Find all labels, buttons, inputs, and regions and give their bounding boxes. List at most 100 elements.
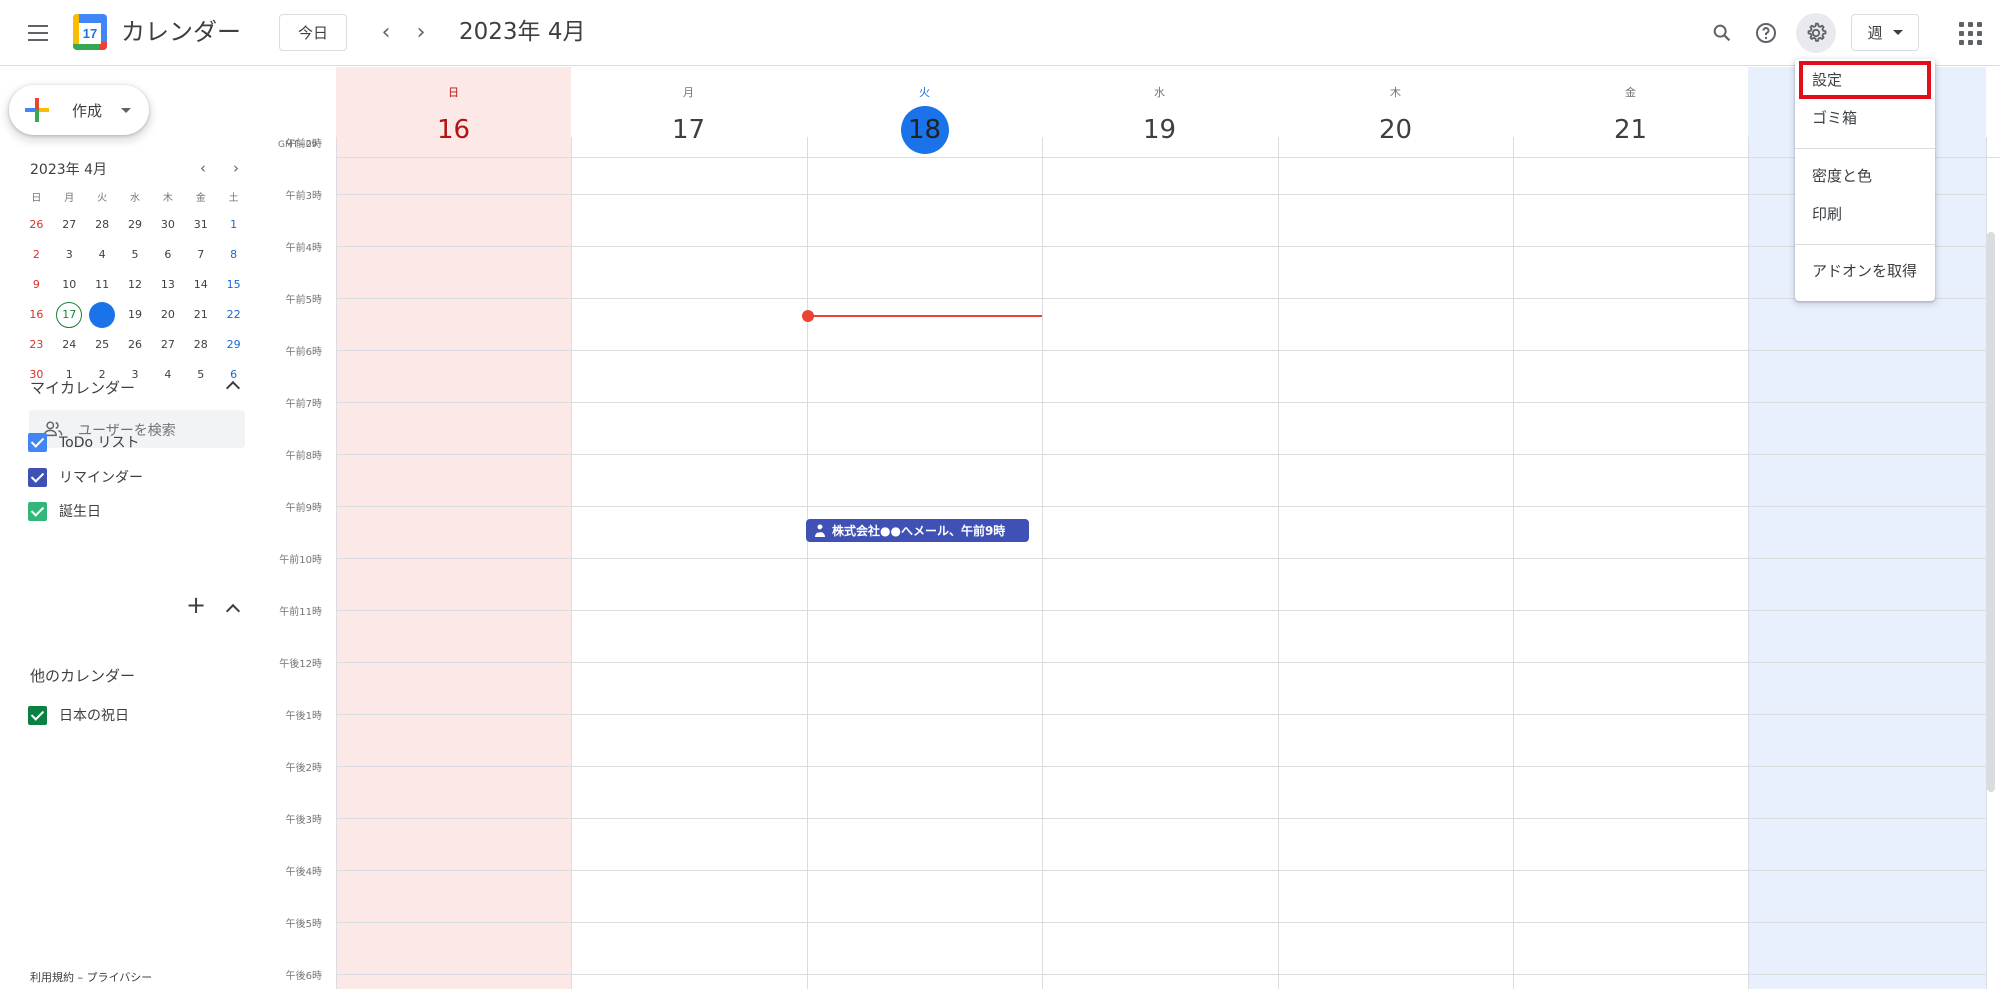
- mini-calendar-day[interactable]: 12: [119, 272, 152, 298]
- hour-gridline: [336, 870, 1986, 871]
- calendar-item-japan-holidays[interactable]: 日本の祝日: [28, 703, 129, 727]
- day-number[interactable]: 20: [1372, 106, 1420, 154]
- mini-calendar-day[interactable]: 19: [119, 302, 152, 328]
- hour-gridline: [336, 194, 1986, 195]
- day-number[interactable]: 18: [900, 106, 949, 154]
- mini-calendar-day[interactable]: 16: [20, 302, 53, 328]
- day-column-divider: [336, 137, 337, 989]
- checkbox-checked-icon[interactable]: [28, 432, 47, 452]
- mini-calendar-day[interactable]: 17: [53, 302, 86, 328]
- day-header[interactable]: 水 19: [1042, 67, 1277, 157]
- search-icon[interactable]: [1702, 13, 1742, 53]
- mini-calendar-day[interactable]: 26: [20, 212, 53, 238]
- caret-down-icon: [1892, 30, 1903, 35]
- mini-calendar-day[interactable]: 9: [20, 272, 53, 298]
- mini-calendar-day[interactable]: 28: [86, 212, 119, 238]
- day-number[interactable]: 21: [1607, 106, 1655, 154]
- sunday-column-highlight: [336, 67, 571, 989]
- mini-calendar-day[interactable]: 1: [217, 212, 250, 238]
- mini-calendar-day[interactable]: 11: [86, 272, 119, 298]
- mini-calendar-day[interactable]: 13: [151, 272, 184, 298]
- day-number[interactable]: 16: [430, 106, 478, 154]
- day-header[interactable]: 木 20: [1278, 67, 1513, 157]
- mini-calendar-day[interactable]: 2: [20, 242, 53, 268]
- calendar-item-birthdays[interactable]: 誕生日: [28, 499, 101, 523]
- event-chip[interactable]: 株式会社●●へメール、午前9時: [806, 519, 1029, 542]
- hour-label: 午前9時: [285, 503, 322, 514]
- mini-calendar-day[interactable]: 30: [151, 212, 184, 238]
- menu-item-density-color[interactable]: 密度と色: [1795, 157, 1935, 195]
- mini-calendar-day[interactable]: 7: [184, 242, 217, 268]
- mini-calendar-day[interactable]: 4: [86, 242, 119, 268]
- checkbox-checked-icon[interactable]: [28, 467, 47, 487]
- mini-calendar-day[interactable]: 6: [151, 242, 184, 268]
- mini-calendar-day[interactable]: 22: [217, 302, 250, 328]
- view-switcher-dropdown[interactable]: 週: [1851, 14, 1919, 51]
- mini-calendar-day[interactable]: 21: [184, 302, 217, 328]
- apps-grid-icon[interactable]: [1956, 19, 1984, 47]
- previous-week-button[interactable]: ‹: [370, 16, 402, 48]
- day-header[interactable]: 日 16: [336, 67, 571, 157]
- day-header[interactable]: 金 21: [1513, 67, 1748, 157]
- mini-calendar-prev-button[interactable]: ‹: [191, 156, 215, 180]
- next-week-button[interactable]: ›: [405, 16, 437, 48]
- day-number[interactable]: 17: [665, 106, 713, 154]
- calendar-item-todo[interactable]: ToDo リスト: [28, 430, 140, 454]
- task-icon: [815, 524, 825, 537]
- day-header[interactable]: 火 18: [807, 67, 1042, 157]
- vertical-scrollbar[interactable]: [1987, 232, 1995, 792]
- settings-gear-icon[interactable]: [1796, 13, 1836, 53]
- menu-item-get-addons[interactable]: アドオンを取得: [1795, 252, 1935, 290]
- weekday-label: 木: [162, 193, 173, 204]
- chevron-up-icon[interactable]: [221, 596, 245, 620]
- mini-calendar-day[interactable]: 20: [151, 302, 184, 328]
- menu-item-settings[interactable]: 設定: [1799, 61, 1931, 99]
- day-column-divider: [1278, 137, 1279, 989]
- header-divider: [336, 157, 2000, 158]
- mini-calendar-day[interactable]: 4: [151, 362, 184, 388]
- hour-label: 午後5時: [285, 919, 322, 930]
- my-calendars-title[interactable]: マイカレンダー: [30, 377, 135, 398]
- mini-calendar-day[interactable]: 27: [151, 332, 184, 358]
- today-button[interactable]: 今日: [279, 14, 347, 51]
- calendar-label: 日本の祝日: [59, 708, 129, 724]
- mini-calendar-day[interactable]: 25: [86, 332, 119, 358]
- mini-calendar-day[interactable]: 18: [86, 302, 119, 328]
- main-menu-icon[interactable]: [22, 17, 54, 49]
- create-label: 作成: [72, 102, 103, 120]
- mini-calendar-week-row: 26 27 28 29 30 31 1: [20, 210, 250, 240]
- mini-calendar-day[interactable]: 5: [184, 362, 217, 388]
- checkbox-checked-icon[interactable]: [28, 705, 47, 725]
- day-number[interactable]: 19: [1136, 106, 1184, 154]
- mini-calendar-day[interactable]: 10: [53, 272, 86, 298]
- mini-calendar-day[interactable]: 29: [217, 332, 250, 358]
- calendar-logo[interactable]: 17: [73, 14, 107, 50]
- view-switcher-label: 週: [1867, 24, 1883, 42]
- day-header[interactable]: 月 17: [571, 67, 806, 157]
- mini-calendar-day[interactable]: 28: [184, 332, 217, 358]
- mini-calendar-day[interactable]: 27: [53, 212, 86, 238]
- mini-calendar-day[interactable]: 5: [119, 242, 152, 268]
- help-icon[interactable]: [1746, 13, 1786, 53]
- sidebar: 作成 2023年 4月 ‹ › 日月火水木金土 26 27 28 29 30 31 1 2 3 4 5…: [0, 67, 268, 989]
- mini-calendar-day[interactable]: 31: [184, 212, 217, 238]
- mini-calendar-day[interactable]: 26: [119, 332, 152, 358]
- mini-calendar-next-button[interactable]: ›: [224, 156, 248, 180]
- footer-links[interactable]: 利用規約 – プライバシー: [30, 969, 152, 985]
- mini-calendar-day[interactable]: 24: [53, 332, 86, 358]
- day-column-divider: [1513, 137, 1514, 989]
- mini-calendar-day[interactable]: 29: [119, 212, 152, 238]
- mini-calendar-day[interactable]: 14: [184, 272, 217, 298]
- mini-calendar-day[interactable]: 3: [53, 242, 86, 268]
- add-calendar-icon[interactable]: +: [184, 593, 208, 618]
- mini-calendar-day[interactable]: 8: [217, 242, 250, 268]
- menu-item-print[interactable]: 印刷: [1795, 195, 1935, 233]
- create-button[interactable]: 作成: [9, 85, 149, 135]
- calendar-item-reminders[interactable]: リマインダー: [28, 465, 143, 489]
- checkbox-checked-icon[interactable]: [28, 501, 47, 521]
- menu-item-trash[interactable]: ゴミ箱: [1795, 99, 1935, 137]
- mini-calendar-day[interactable]: 23: [20, 332, 53, 358]
- other-calendars-title[interactable]: 他のカレンダー: [30, 665, 135, 686]
- chevron-up-icon[interactable]: [221, 373, 245, 397]
- mini-calendar-day[interactable]: 15: [217, 272, 250, 298]
